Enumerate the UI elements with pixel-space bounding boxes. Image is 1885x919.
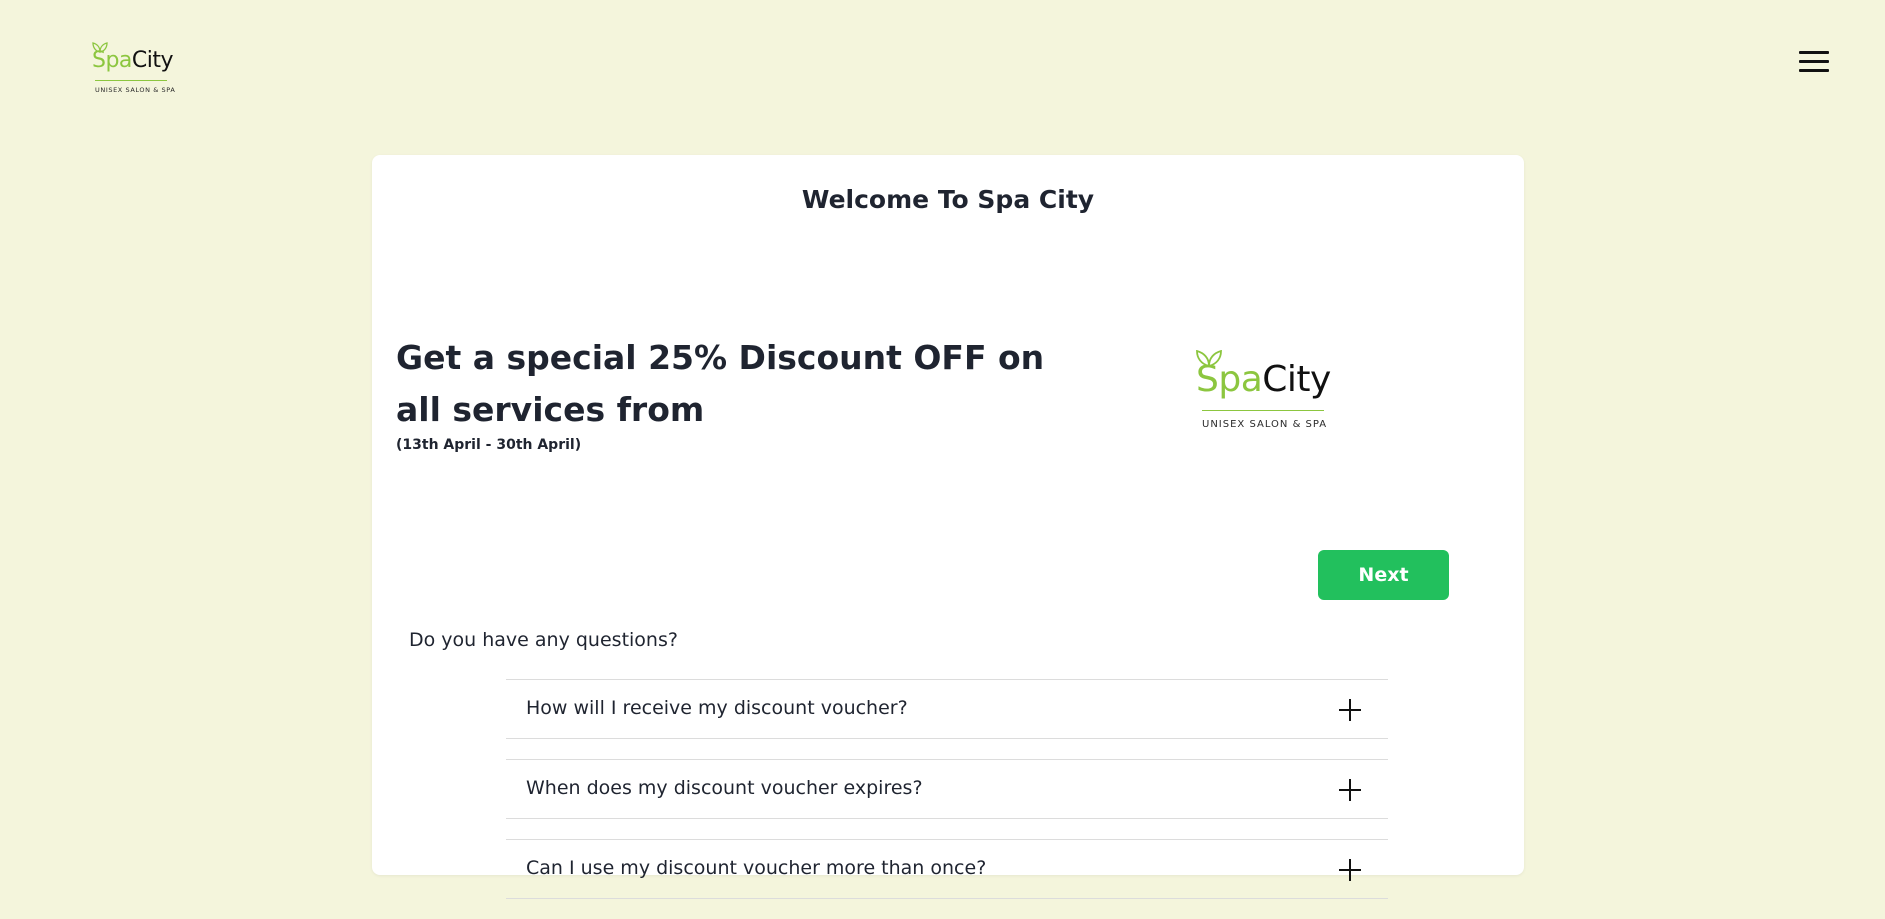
faq-question: When does my discount voucher expires? bbox=[526, 777, 923, 799]
next-button[interactable]: Next bbox=[1318, 550, 1449, 600]
faq-heading: Do you have any questions? bbox=[409, 629, 678, 651]
page-title: Welcome To Spa City bbox=[801, 185, 1095, 214]
promo-dates: (13th April - 30th April) bbox=[396, 437, 582, 453]
site-header: SpaCity UNISEX SALON & SPA bbox=[0, 0, 1885, 130]
site-logo[interactable]: SpaCity UNISEX SALON & SPA bbox=[92, 42, 176, 98]
logo-tagline: UNISEX SALON & SPA bbox=[95, 86, 176, 94]
hamburger-menu-icon[interactable] bbox=[1797, 48, 1831, 76]
promo-card: Welcome To Spa City Get a special 25% Di… bbox=[372, 155, 1524, 899]
logo-tagline: UNISEX SALON & SPA bbox=[1202, 419, 1328, 430]
faq-item[interactable]: When does my discount voucher expires? bbox=[506, 759, 1388, 819]
faq-item[interactable]: Can I use my discount voucher more than … bbox=[506, 839, 1388, 899]
logo-divider bbox=[95, 80, 167, 81]
faq-question: How will I receive my discount voucher? bbox=[526, 697, 908, 719]
logo-word-city: City bbox=[1262, 359, 1331, 400]
logo-word-spa: Spa bbox=[1196, 359, 1263, 400]
faq-question: Can I use my discount voucher more than … bbox=[526, 857, 987, 879]
faq-item[interactable]: How will I receive my discount voucher? bbox=[506, 679, 1388, 739]
promo-headline: Get a special 25% Discount OFF on all se… bbox=[396, 338, 1045, 429]
plus-icon[interactable] bbox=[1339, 699, 1361, 721]
plus-icon[interactable] bbox=[1339, 779, 1361, 801]
logo-word-city: City bbox=[131, 48, 174, 73]
logo-wordmark: SpaCity bbox=[1196, 359, 1331, 400]
logo-word-spa: Spa bbox=[92, 48, 132, 73]
plus-icon[interactable] bbox=[1339, 859, 1361, 881]
logo-divider bbox=[1202, 410, 1324, 411]
faq-list: How will I receive my discount voucher? … bbox=[506, 679, 1388, 919]
promo-logo: SpaCity UNISEX SALON & SPA bbox=[1196, 350, 1336, 440]
logo-wordmark: SpaCity bbox=[92, 48, 174, 73]
